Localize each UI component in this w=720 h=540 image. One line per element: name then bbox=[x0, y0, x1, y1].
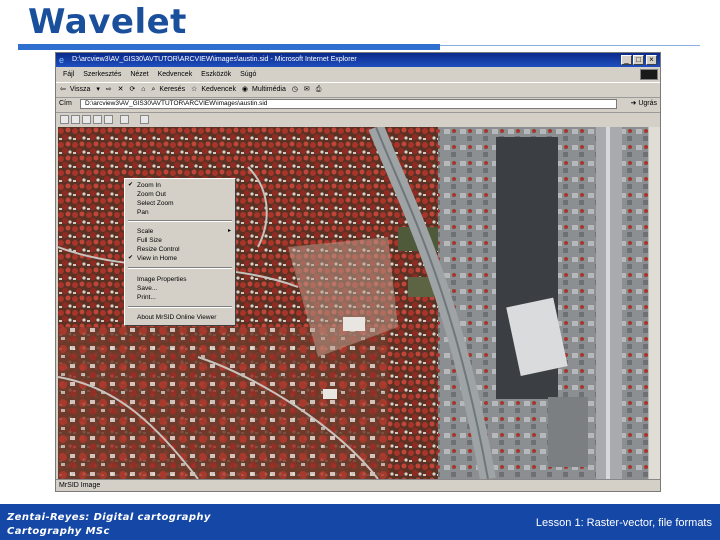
ctx-save[interactable]: Save... bbox=[125, 284, 235, 293]
stop-button[interactable]: ✕ bbox=[118, 86, 124, 93]
go-arrow-icon: ➜ bbox=[630, 100, 637, 107]
checkmark-icon: ✔ bbox=[128, 182, 134, 188]
ctx-select-zoom[interactable]: Select Zoom bbox=[125, 199, 235, 208]
address-bar: Cím D:\arcview3\AV_GIS30\AVTUTOR\ARCVIEW… bbox=[56, 97, 660, 111]
forward-button[interactable]: ⇨ bbox=[106, 86, 112, 93]
ctx-save-label: Save... bbox=[137, 285, 158, 292]
favorites-button[interactable]: Kedvencek bbox=[201, 86, 236, 93]
menu-help[interactable]: Súgó bbox=[240, 71, 256, 78]
window-title: D:\arcview3\AV_GIS30\AVTUTOR\ARCVIEW\ima… bbox=[72, 56, 357, 63]
mail-button[interactable]: ✉ bbox=[304, 86, 310, 93]
back-arrow-icon: ⇦ bbox=[60, 86, 66, 93]
ctx-select-zoom-label: Select Zoom bbox=[137, 200, 174, 207]
ctx-resize-control[interactable]: Resize Control bbox=[125, 245, 235, 254]
footer-author: Zentai-Reyes: Digital cartography bbox=[7, 512, 211, 523]
windows-flag-icon bbox=[640, 69, 658, 80]
ctx-pan-label: Pan bbox=[137, 209, 149, 216]
ctx-print[interactable]: Print... bbox=[125, 293, 235, 302]
refresh-button[interactable]: ⟳ bbox=[129, 86, 135, 93]
back-dropdown-icon[interactable]: ▾ bbox=[96, 86, 100, 93]
viewer-fullsize-tool[interactable] bbox=[104, 115, 113, 124]
minimize-button[interactable]: _ bbox=[621, 55, 632, 65]
submenu-arrow-icon: ▸ bbox=[227, 228, 231, 234]
media-button[interactable]: Multimédia bbox=[252, 86, 286, 93]
ctx-view-in-home[interactable]: ✔ View in Home bbox=[125, 254, 235, 263]
maximize-button[interactable]: □ bbox=[633, 55, 644, 65]
ctx-zoom-in-label: Zoom In bbox=[137, 182, 161, 189]
checkmark-icon: ✔ bbox=[128, 255, 134, 261]
menu-edit[interactable]: Szerkesztés bbox=[83, 71, 121, 78]
ie-logo-icon: e bbox=[59, 55, 65, 65]
menu-bar: Fájl Szerkesztés Nézet Kedvencek Eszközö… bbox=[56, 68, 660, 81]
viewer-pan-tool[interactable] bbox=[71, 115, 80, 124]
ctx-separator bbox=[128, 267, 232, 269]
address-label: Cím bbox=[59, 100, 72, 107]
menu-tools[interactable]: Eszközök bbox=[201, 71, 231, 78]
search-button[interactable]: Keresés bbox=[159, 86, 185, 93]
ctx-separator bbox=[128, 220, 232, 222]
go-button[interactable]: ➜ Ugrás bbox=[630, 97, 657, 111]
ctx-zoom-out[interactable]: Zoom Out bbox=[125, 190, 235, 199]
ctx-image-properties[interactable]: Image Properties bbox=[125, 275, 235, 284]
ctx-separator bbox=[128, 306, 232, 308]
title-underline-thin bbox=[440, 45, 700, 46]
ctx-about[interactable]: About MrSID Online Viewer bbox=[125, 313, 235, 322]
menu-view[interactable]: Nézet bbox=[130, 71, 148, 78]
back-button[interactable]: Vissza bbox=[70, 86, 91, 93]
viewer-zoomout-tool[interactable] bbox=[82, 115, 91, 124]
print-button[interactable]: ⎙ bbox=[316, 86, 322, 93]
ctx-scale-label: Scale bbox=[137, 228, 154, 235]
viewer-toolbar bbox=[56, 112, 660, 127]
ctx-zoom-out-label: Zoom Out bbox=[137, 191, 166, 198]
media-icon: ◉ bbox=[241, 86, 249, 93]
home-button[interactable]: ⌂ bbox=[141, 86, 145, 93]
viewer-print-tool[interactable] bbox=[120, 115, 129, 124]
menu-favorites[interactable]: Kedvencek bbox=[158, 71, 193, 78]
search-icon: ⌕ bbox=[151, 86, 156, 93]
viewer-zoom-tool[interactable] bbox=[60, 115, 69, 124]
footer-lesson: Lesson 1: Raster-vector, file formats bbox=[535, 517, 712, 529]
slide-title: Wavelet bbox=[28, 2, 187, 42]
ctx-print-label: Print... bbox=[137, 294, 156, 301]
menu-file[interactable]: Fájl bbox=[63, 71, 74, 78]
close-button[interactable]: × bbox=[646, 55, 657, 65]
vertical-scrollbar[interactable] bbox=[648, 127, 660, 479]
favorites-star-icon: ☆ bbox=[191, 86, 198, 93]
status-bar: MrSID Image bbox=[56, 479, 660, 491]
ctx-image-properties-label: Image Properties bbox=[137, 276, 187, 283]
ctx-full-size-label: Full Size bbox=[137, 237, 162, 244]
history-button[interactable]: ◷ bbox=[292, 86, 298, 93]
title-underline bbox=[18, 44, 440, 50]
ctx-resize-control-label: Resize Control bbox=[137, 246, 180, 253]
ctx-pan[interactable]: Pan bbox=[125, 208, 235, 217]
ctx-full-size[interactable]: Full Size bbox=[125, 236, 235, 245]
context-menu: ✔ Zoom In Zoom Out Select Zoom Pan Scale ▸… bbox=[124, 178, 236, 326]
window-titlebar[interactable]: e D:\arcview3\AV_GIS30\AVTUTOR\ARCVIEW\i… bbox=[56, 53, 660, 67]
address-field[interactable]: D:\arcview3\AV_GIS30\AVTUTOR\ARCVIEW\ima… bbox=[80, 99, 617, 109]
ctx-view-in-home-label: View in Home bbox=[137, 255, 177, 262]
ctx-scale[interactable]: Scale ▸ bbox=[125, 227, 235, 236]
viewer-info-tool[interactable] bbox=[140, 115, 149, 124]
viewer-select-tool[interactable] bbox=[93, 115, 102, 124]
standard-toolbar: ⇦ Vissza ▾ ⇨ ✕ ⟳ ⌂ ⌕ Keresés ☆ Kedvencek ◉ M… bbox=[56, 82, 660, 98]
footer-course: Cartography MSc bbox=[7, 526, 110, 537]
slide-footer: Zentai-Reyes: Digital cartography Cartog… bbox=[0, 504, 720, 540]
go-label: Ugrás bbox=[638, 100, 657, 107]
ctx-about-label: About MrSID Online Viewer bbox=[137, 314, 217, 321]
ctx-zoom-in[interactable]: ✔ Zoom In bbox=[125, 181, 235, 190]
